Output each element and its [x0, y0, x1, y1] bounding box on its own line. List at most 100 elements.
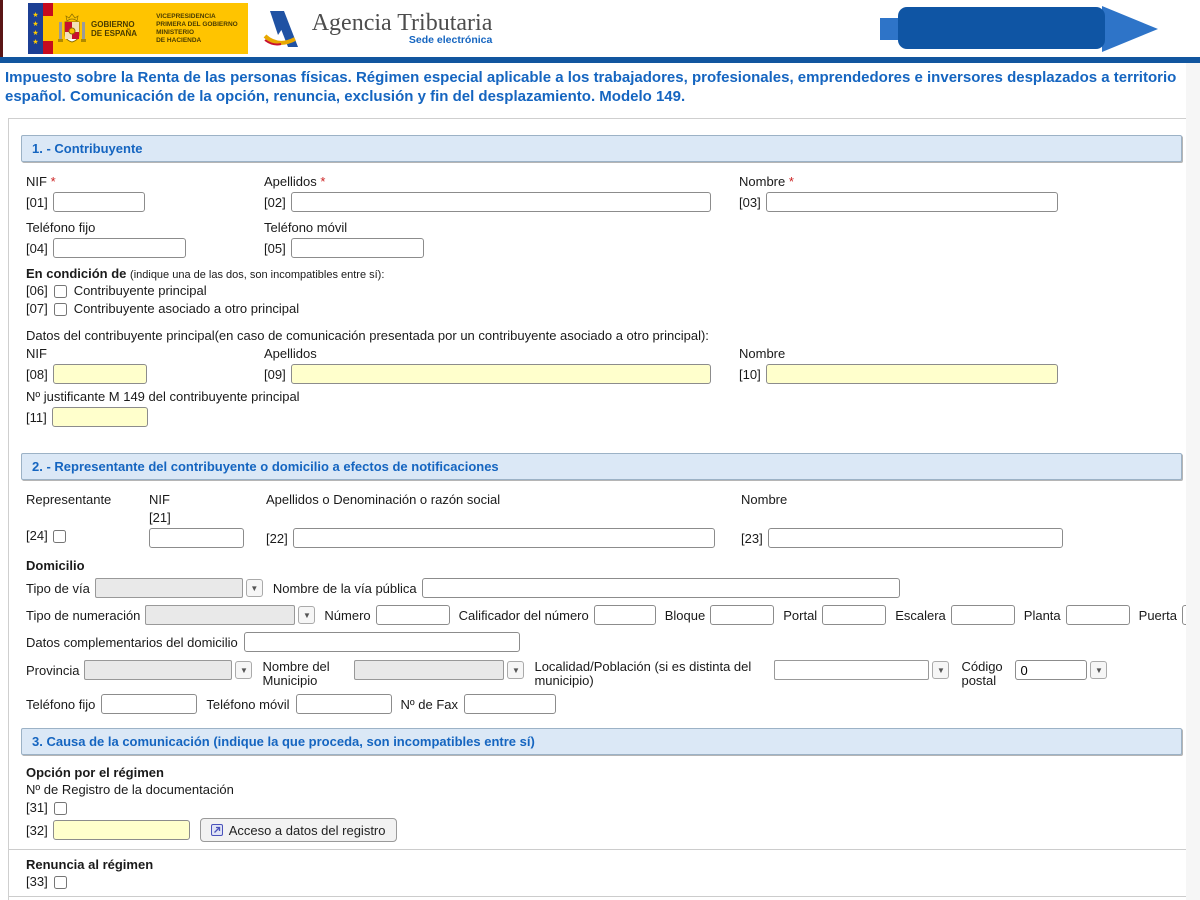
chevron-down-icon[interactable]: ▼ [932, 661, 949, 679]
section-2-body: Representante NIF Apellidos o Denominaci… [9, 490, 1186, 714]
field-02-code: [02] [264, 195, 286, 210]
telefono-fijo-label: Teléfono fijo [26, 220, 264, 235]
localidad-value[interactable] [774, 660, 929, 680]
numero-label: Número [324, 608, 370, 623]
section-1-title: 1. - Contribuyente [32, 141, 143, 156]
ministry-label: VICEPRESIDENCIA PRIMERA DEL GOBIERNO MIN… [156, 7, 240, 51]
nombre-via-input[interactable] [422, 578, 900, 598]
representante-apellidos-input[interactable] [293, 528, 715, 548]
en-condicion-note: (indique una de las dos, son incompatibl… [130, 269, 384, 281]
fax-label: Nº de Fax [401, 697, 459, 712]
spain-flag-stripe [43, 3, 53, 54]
field-08-code: [08] [26, 367, 48, 382]
municipio-value[interactable] [354, 660, 504, 680]
section-3-header: 3. Causa de la comunicación (indique la … [21, 728, 1182, 755]
agencia-tributaria-brand[interactable]: Agencia Tributaria Sede electrónica [262, 3, 493, 54]
acceso-registro-button[interactable]: Acceso a datos del registro [200, 818, 397, 842]
tipo-numeracion-value[interactable] [145, 605, 295, 625]
field-01-code: [01] [26, 195, 48, 210]
chevron-down-icon[interactable]: ▼ [1090, 661, 1107, 679]
nombre-principal-input[interactable] [766, 364, 1058, 384]
apellidos-principal-input[interactable] [291, 364, 711, 384]
apellidos-input[interactable] [291, 192, 711, 212]
domicilio-telefono-fijo-input[interactable] [101, 694, 197, 714]
tipo-via-label: Tipo de vía [26, 581, 90, 596]
domicilio-telefono-movil-input[interactable] [296, 694, 392, 714]
provincia-value[interactable] [84, 660, 232, 680]
planta-label: Planta [1024, 608, 1061, 623]
provincia-label: Provincia [26, 663, 79, 678]
bloque-label: Bloque [665, 608, 705, 623]
municipio-select[interactable]: ▼ [354, 660, 524, 680]
representante-nombre-input[interactable] [768, 528, 1063, 548]
section-1-body: NIF * Apellidos * Nombre * [01] [02] [03… [9, 172, 1186, 427]
portal-input[interactable] [822, 605, 886, 625]
numero-input[interactable] [376, 605, 450, 625]
opcion-regimen-checkbox[interactable] [54, 802, 67, 815]
localidad-select[interactable]: ▼ [774, 660, 949, 680]
chevron-down-icon[interactable]: ▼ [507, 661, 524, 679]
field-10-code: [10] [739, 367, 761, 382]
tipo-via-value[interactable] [95, 578, 243, 598]
agencia-tributaria-logo-icon [262, 8, 304, 50]
telefono-movil-label: Teléfono móvil [264, 220, 739, 235]
escalera-label: Escalera [895, 608, 946, 623]
justificante-input[interactable] [52, 407, 148, 427]
fax-input[interactable] [464, 694, 556, 714]
contribuyente-principal-checkbox[interactable] [54, 285, 67, 298]
tipo-numeracion-select[interactable]: ▼ [145, 605, 315, 625]
chevron-down-icon[interactable]: ▼ [298, 606, 315, 624]
page-title: Impuesto sobre la Renta de las personas … [0, 63, 1200, 118]
representante-nif-input[interactable] [149, 528, 244, 548]
nombre-label: Nombre [739, 174, 785, 189]
page-scrollbar[interactable] [1186, 63, 1200, 900]
section-divider [9, 896, 1186, 897]
provincia-select[interactable]: ▼ [84, 660, 252, 680]
field-11-code: [11] [26, 410, 47, 425]
nombre-input[interactable] [766, 192, 1058, 212]
nif-principal-label: NIF [26, 346, 264, 361]
acceso-registro-label: Acceso a datos del registro [229, 823, 386, 838]
representante-nif-label: NIF [149, 492, 266, 507]
eu-flag-fragment: ★★★★ [28, 3, 43, 54]
telefono-movil-input[interactable] [291, 238, 424, 258]
renuncia-title: Renuncia al régimen [26, 857, 1174, 872]
representante-nombre-label: Nombre [741, 492, 1174, 507]
renuncia-checkbox[interactable] [54, 876, 67, 889]
representante-checkbox[interactable] [53, 530, 66, 543]
registro-label: Nº de Registro de la documentación [26, 782, 1174, 797]
field-05-code: [05] [264, 241, 286, 256]
field-04-code: [04] [26, 241, 48, 256]
nif-label: NIF [26, 174, 47, 189]
field-31-code: [31] [26, 800, 48, 815]
gobierno-label: GOBIERNO DE ESPAÑA [91, 20, 137, 38]
government-brand: ★★★★ GOBIERNO DE ESPAÑA [28, 3, 492, 54]
nif-principal-input[interactable] [53, 364, 147, 384]
codigo-postal-input[interactable] [1015, 660, 1087, 680]
calificador-input[interactable] [594, 605, 656, 625]
codigo-postal-select[interactable]: ▼ [1015, 660, 1107, 680]
agency-name: Agencia Tributaria [312, 11, 493, 35]
planta-input[interactable] [1066, 605, 1130, 625]
tipo-via-select[interactable]: ▼ [95, 578, 263, 598]
field-03-code: [03] [739, 195, 761, 210]
justificante-label: Nº justificante M 149 del contribuyente … [26, 389, 1174, 404]
datos-complementarios-label: Datos complementarios del domicilio [26, 635, 238, 650]
datos-principal-label: Datos del contribuyente principal(en cas… [26, 328, 1174, 343]
nif-input[interactable] [53, 192, 145, 212]
telefono-fijo-input[interactable] [53, 238, 186, 258]
escalera-input[interactable] [951, 605, 1015, 625]
puerta-label: Puerta [1139, 608, 1177, 623]
contribuyente-asociado-checkbox[interactable] [54, 303, 67, 316]
modelo-149-form: 1. - Contribuyente NIF * Apellidos * Nom… [8, 118, 1187, 900]
datos-complementarios-input[interactable] [244, 632, 520, 652]
registro-input[interactable] [53, 820, 190, 840]
gobierno-block: GOBIERNO DE ESPAÑA VICEPRESIDENCIA PRIME… [53, 3, 248, 54]
field-33-code: [33] [26, 874, 48, 889]
field-22-code: [22] [266, 531, 288, 546]
en-condicion-label: En condición de [26, 266, 126, 281]
chevron-down-icon[interactable]: ▼ [235, 661, 252, 679]
bloque-input[interactable] [710, 605, 774, 625]
chevron-down-icon[interactable]: ▼ [246, 579, 263, 597]
contribuyente-asociado-label: Contribuyente asociado a otro principal [74, 301, 299, 316]
